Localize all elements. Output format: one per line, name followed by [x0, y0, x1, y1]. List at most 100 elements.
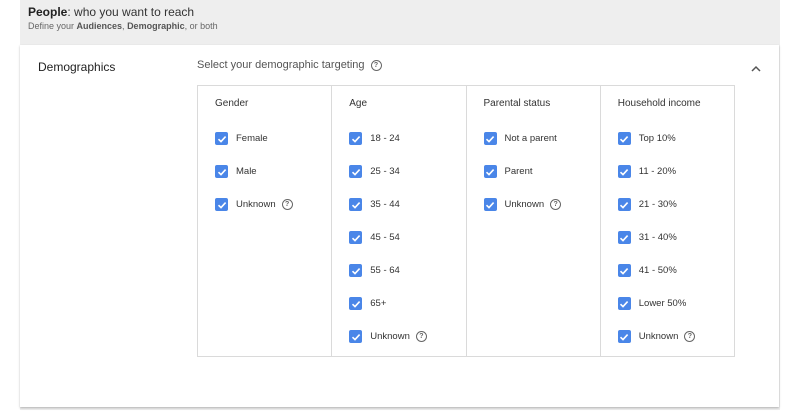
option-label: Female: [236, 133, 268, 144]
check-icon: [620, 201, 629, 209]
check-icon: [620, 168, 629, 176]
checkbox[interactable]: [483, 165, 497, 178]
option-age-35-44[interactable]: 35 - 44: [349, 198, 400, 211]
check-icon: [217, 135, 226, 143]
collapse-button[interactable]: [749, 62, 763, 76]
demographics-grid: Gender Female Male Unknown? Age 18 - 24 25 - 3…: [197, 85, 735, 357]
option-label: Top 10%: [638, 133, 676, 144]
header-sub-suffix: , or both: [184, 21, 218, 31]
checkbox[interactable]: [349, 330, 363, 343]
option-label: 35 - 44: [370, 199, 400, 210]
check-icon: [620, 300, 629, 308]
check-icon: [351, 201, 360, 209]
check-icon: [620, 135, 629, 143]
check-icon: [217, 201, 226, 209]
checkbox[interactable]: [349, 132, 363, 145]
option-household-income-top-10[interactable]: Top 10%: [617, 132, 676, 145]
option-household-income-21-30[interactable]: 21 - 30%: [617, 198, 677, 211]
option-label: 45 - 54: [370, 232, 400, 243]
checkbox[interactable]: [215, 198, 228, 211]
option-gender-unknown[interactable]: Unknown?: [215, 198, 293, 211]
option-age-25-34[interactable]: 25 - 34: [349, 165, 400, 178]
check-icon: [620, 234, 629, 242]
check-icon: [620, 333, 629, 341]
checkbox[interactable]: [617, 198, 631, 211]
checkbox[interactable]: [617, 231, 631, 244]
option-label: Parent: [504, 166, 533, 177]
targeting-prompt-text: Select your demographic targeting: [197, 59, 365, 71]
option-label: Male: [236, 166, 257, 177]
chevron-up-icon: [751, 65, 761, 72]
checkbox[interactable]: [215, 165, 228, 178]
checkbox[interactable]: [617, 165, 631, 178]
option-household-income-11-20[interactable]: 11 - 20%: [617, 165, 676, 178]
column-household-income: Household income Top 10% 11 - 20% 21 - 30% 3…: [601, 86, 734, 356]
check-icon: [351, 234, 360, 242]
option-age-55-64[interactable]: 55 - 64: [349, 264, 400, 277]
checkbox[interactable]: [349, 297, 363, 310]
option-age-18-24[interactable]: 18 - 24: [349, 132, 400, 145]
column-header: Age: [349, 98, 368, 109]
header-sub-audiences: Audiences: [76, 21, 123, 31]
check-icon: [351, 300, 360, 308]
check-icon: [485, 135, 495, 143]
option-age-45-54[interactable]: 45 - 54: [349, 231, 400, 244]
help-icon[interactable]: ?: [281, 199, 293, 210]
demographics-card: Demographics Select your demographic tar…: [20, 45, 779, 407]
option-gender-male[interactable]: Male: [215, 165, 257, 178]
checkbox[interactable]: [617, 132, 631, 145]
option-gender-female[interactable]: Female: [215, 132, 268, 145]
people-header: People: who you want to reach Define you…: [20, 0, 780, 44]
option-label: 25 - 34: [370, 166, 400, 177]
header-title-bold: People: [28, 5, 68, 19]
checkbox[interactable]: [215, 132, 228, 145]
checkbox[interactable]: [617, 264, 631, 277]
checkbox[interactable]: [617, 330, 631, 343]
option-household-income-unknown[interactable]: Unknown?: [617, 330, 696, 343]
option-household-income-41-50[interactable]: 41 - 50%: [617, 264, 677, 277]
section-title: Demographics: [38, 60, 116, 74]
header-sub-prefix: Define your: [28, 21, 77, 31]
targeting-prompt: Select your demographic targeting ?: [197, 59, 382, 71]
option-age-unknown[interactable]: Unknown?: [349, 330, 427, 343]
column-gender: Gender Female Male Unknown?: [198, 86, 333, 356]
check-icon: [485, 201, 495, 209]
header-title-rest: : who you want to reach: [67, 5, 195, 19]
option-parental-status-parent[interactable]: Parent: [483, 165, 533, 178]
option-label: Lower 50%: [638, 298, 687, 309]
check-icon: [351, 135, 360, 143]
option-age-65[interactable]: 65+: [349, 297, 386, 310]
option-label: Unknown: [236, 199, 276, 210]
header-subtitle: Define your Audiences, Demographic, or b…: [28, 21, 218, 31]
checkbox[interactable]: [349, 165, 363, 178]
header-sub-demographic: Demographic: [127, 21, 185, 31]
check-icon: [351, 333, 360, 341]
help-icon[interactable]: ?: [684, 331, 696, 342]
option-label: Unknown: [370, 331, 410, 342]
checkbox[interactable]: [483, 198, 497, 211]
checkbox[interactable]: [617, 297, 631, 310]
help-icon[interactable]: ?: [550, 199, 562, 210]
checkbox[interactable]: [349, 264, 363, 277]
check-icon: [620, 267, 629, 275]
option-household-income-31-40[interactable]: 31 - 40%: [617, 231, 677, 244]
help-icon[interactable]: ?: [370, 59, 382, 71]
option-label: 18 - 24: [370, 133, 400, 144]
check-icon: [217, 168, 226, 176]
help-icon[interactable]: ?: [415, 331, 427, 342]
check-icon: [351, 267, 360, 275]
checkbox[interactable]: [349, 198, 363, 211]
column-parental-status: Parental status Not a parent Parent Unknown…: [467, 86, 601, 356]
checkbox[interactable]: [483, 132, 497, 145]
column-header: Household income: [617, 98, 701, 109]
frame-right: [780, 0, 800, 420]
frame-bottom: [0, 410, 800, 420]
option-parental-status-unknown[interactable]: Unknown?: [483, 198, 562, 211]
checkbox[interactable]: [349, 231, 363, 244]
option-parental-status-not-a-parent[interactable]: Not a parent: [483, 132, 557, 145]
option-label: Not a parent: [504, 133, 557, 144]
option-label: Unknown: [638, 331, 679, 342]
column-header: Gender: [215, 98, 249, 109]
option-household-income-lower-50[interactable]: Lower 50%: [617, 297, 687, 310]
check-icon: [351, 168, 360, 176]
